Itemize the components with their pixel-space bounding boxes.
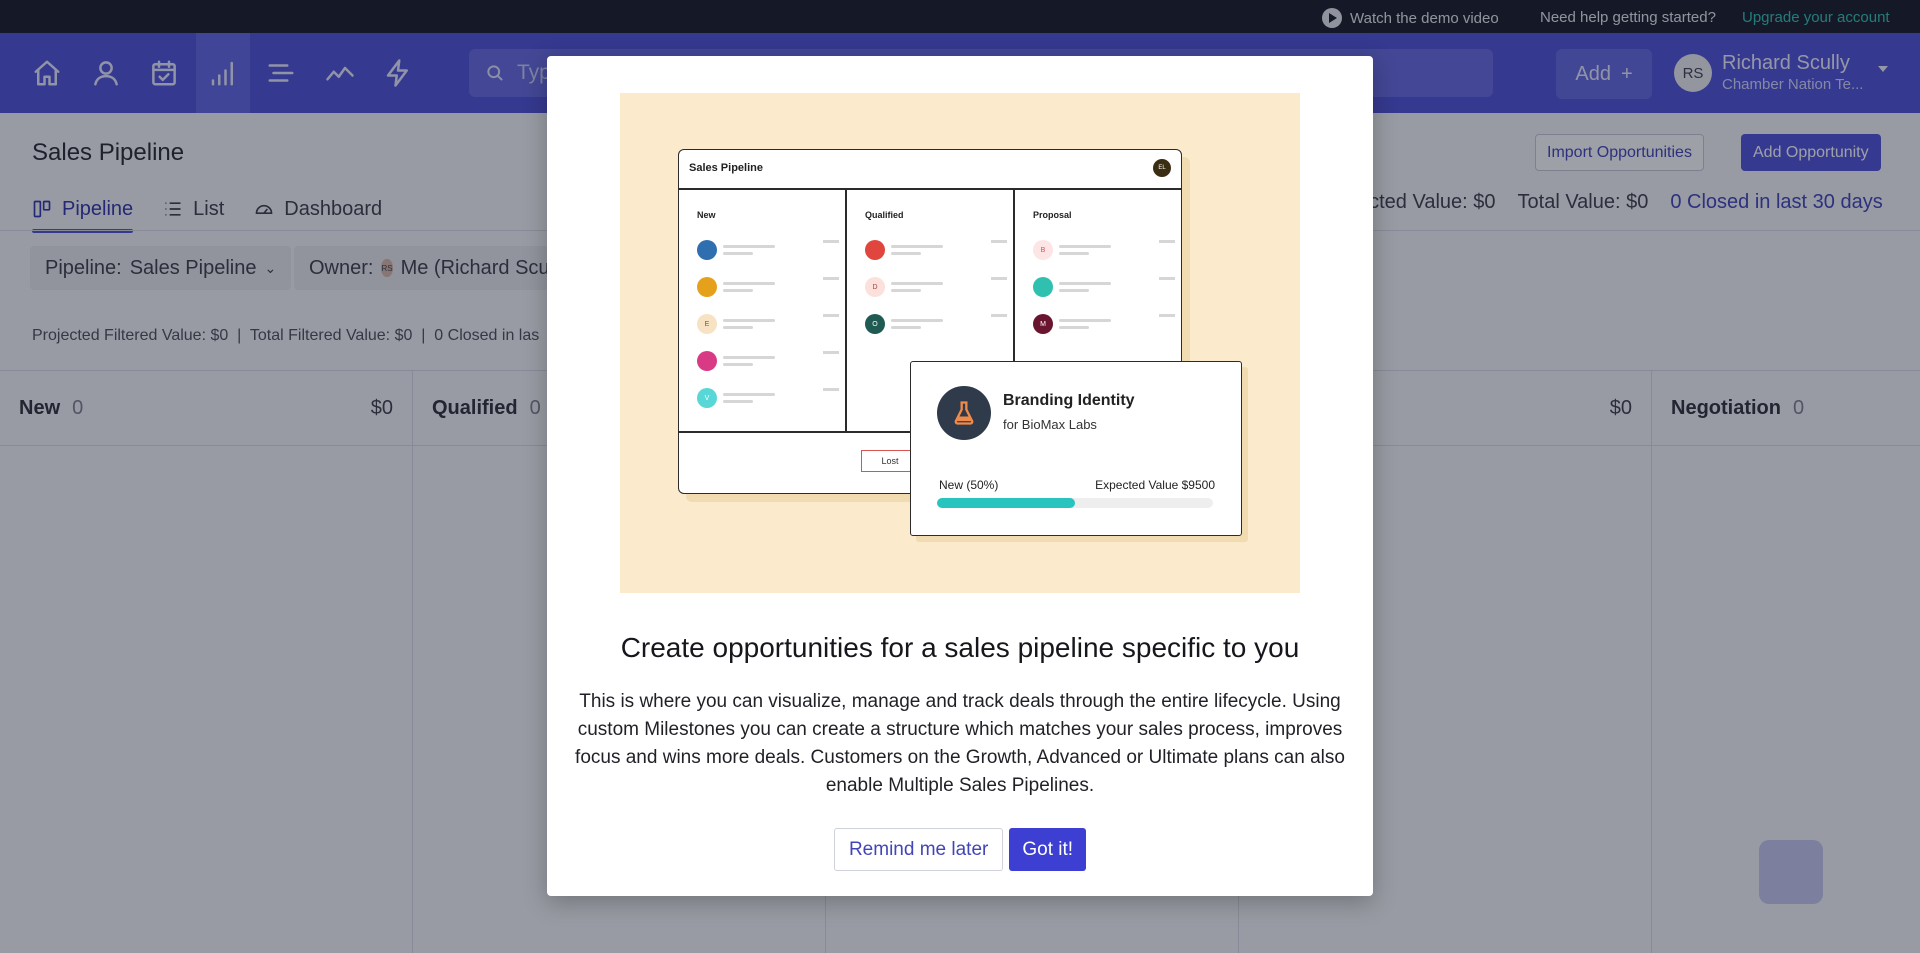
illustration-col-new: New: [697, 210, 716, 220]
illustration-avatar: [697, 240, 717, 260]
pipeline-illustration: Sales Pipeline EL New Qualified Proposal…: [620, 93, 1300, 593]
illustration-col-qualified: Qualified: [865, 210, 904, 220]
illustration-board-avatar: EL: [1153, 159, 1171, 177]
illustration-col-proposal: Proposal: [1033, 210, 1072, 220]
onboarding-modal: Sales Pipeline EL New Qualified Proposal…: [547, 56, 1373, 896]
deal-progress-bar: [937, 498, 1213, 508]
illustration-avatar: [865, 240, 885, 260]
illustration-avatar: M: [1033, 314, 1053, 334]
illustration-avatar: [697, 351, 717, 371]
illustration-avatar: B: [1033, 240, 1053, 260]
illustration-item: [1033, 277, 1175, 297]
illustration-item: [865, 240, 1007, 260]
illustration-avatar: E: [697, 314, 717, 334]
illustration-deal-card: Branding Identity for BioMax Labs New (5…: [910, 361, 1242, 536]
deal-stage: New (50%): [939, 478, 999, 492]
modal-title: Create opportunities for a sales pipelin…: [620, 632, 1300, 663]
deal-expected-value: Expected Value $9500: [1095, 478, 1215, 492]
illustration-board-title: Sales Pipeline: [689, 162, 763, 174]
illustration-divider: [679, 188, 1181, 190]
illustration-item: D: [865, 277, 1007, 297]
illustration-item: M: [1033, 314, 1175, 334]
remind-me-later-button[interactable]: Remind me later: [833, 828, 1004, 871]
got-it-button[interactable]: Got it!: [1009, 828, 1087, 871]
illustration-item: O: [865, 314, 1007, 334]
illustration-avatar: [697, 277, 717, 297]
illustration-avatar: O: [865, 314, 885, 334]
illustration-item: [697, 240, 839, 260]
modal-actions: Remind me later Got it!: [547, 828, 1373, 871]
deal-title: Branding Identity: [1003, 392, 1135, 409]
deal-progress-fill: [937, 498, 1075, 508]
deal-subtitle: for BioMax Labs: [1003, 417, 1097, 432]
illustration-avatar: V: [697, 388, 717, 408]
illustration-divider: [845, 188, 847, 431]
flask-icon: [937, 386, 991, 440]
illustration-item: [697, 277, 839, 297]
illustration-avatar: D: [865, 277, 885, 297]
illustration-avatar: [1033, 277, 1053, 297]
illustration-item: B: [1033, 240, 1175, 260]
illustration-item: V: [697, 388, 839, 408]
illustration-item: E: [697, 314, 839, 334]
illustration-item: [697, 351, 839, 371]
modal-body: This is where you can visualize, manage …: [575, 691, 1345, 796]
